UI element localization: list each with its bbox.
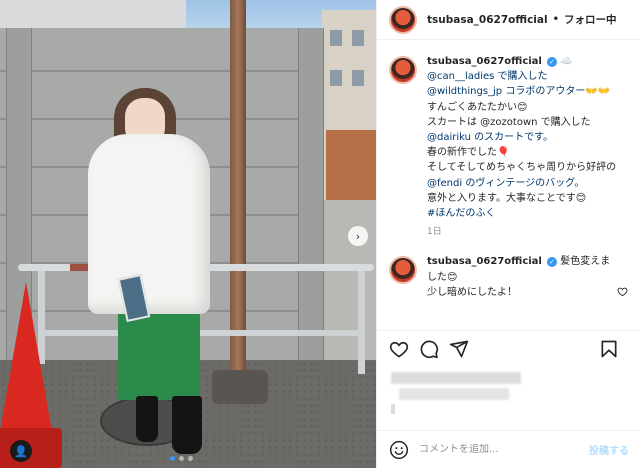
boot-left (136, 396, 158, 442)
caption-line: 春の新作でした🎈 (427, 147, 510, 159)
comment-input[interactable] (419, 444, 579, 455)
hashtag-link[interactable]: #ほんだのふく (427, 206, 616, 221)
comment-like-icon[interactable] (617, 286, 628, 300)
caption-line[interactable]: @can__ladies で購入した (427, 69, 616, 84)
caption-line: すんごくあたたかい😊 (427, 101, 528, 113)
reply-text: 少し暗めにしたよ！ (427, 286, 517, 298)
bookmark-icon (601, 340, 617, 357)
heart-outline-icon (617, 287, 628, 297)
carousel-dot (188, 456, 193, 461)
share-button[interactable] (449, 339, 469, 359)
next-photo-button[interactable]: › (348, 226, 368, 246)
share-icon (449, 340, 469, 357)
post-photo[interactable]: › 👤 (0, 0, 376, 468)
window (330, 30, 342, 46)
avatar[interactable] (389, 5, 417, 34)
building-right (322, 10, 376, 210)
caption-comment: tsubasa_0627official ✓ ☁️ @can__ladies で… (389, 54, 635, 240)
caption-username[interactable]: tsubasa_0627official (427, 56, 542, 67)
caption-line[interactable]: スカートは @zozotown で購入した (427, 115, 616, 130)
verified-badge-icon: ✓ (547, 257, 558, 268)
window (352, 30, 364, 46)
emoji-icon[interactable] (389, 440, 409, 460)
carousel-dots (170, 456, 193, 461)
white-coat (88, 134, 210, 314)
reply-username[interactable]: tsubasa_0627official (427, 256, 542, 267)
carousel-dot (179, 456, 184, 461)
post-time[interactable]: 1日 (427, 225, 616, 240)
add-comment-bar: 投稿する (377, 430, 640, 468)
user-tag-button[interactable]: 👤 (10, 440, 32, 462)
save-button[interactable] (599, 339, 619, 359)
following-button[interactable]: フォロー中 (564, 12, 617, 27)
brick-facade (326, 130, 376, 210)
header-separator: • (552, 14, 559, 25)
rail-leg (358, 264, 365, 374)
caption-line[interactable]: @fendi のヴィンテージのバッグ。 (427, 176, 616, 191)
avatar[interactable] (389, 256, 417, 285)
instagram-post: › 👤 tsubasa_0627official • フォロー中 tsubasa… (0, 0, 640, 468)
guard-rail-lower (40, 330, 360, 336)
post-header: tsubasa_0627official • フォロー中 (377, 0, 640, 40)
comment-button[interactable] (419, 339, 439, 359)
like-button[interactable] (389, 339, 409, 359)
traffic-cone (0, 282, 52, 432)
window (352, 70, 364, 86)
caption-line[interactable]: @dairiku のスカートです。 (427, 130, 616, 145)
reply-text: した😊 (427, 271, 458, 283)
carousel-dot (170, 456, 175, 461)
pole-base (212, 370, 268, 404)
wall-post (298, 28, 324, 368)
comments-area: tsubasa_0627official ✓ ☁️ @can__ladies で… (389, 54, 635, 300)
wall-seam (0, 70, 324, 72)
caption-body: tsubasa_0627official ✓ ☁️ @can__ladies で… (427, 54, 616, 240)
caption-line: そしてそしてめちゃくちゃ周りから好評の (427, 162, 617, 174)
heart-icon (389, 341, 409, 357)
green-skirt (118, 308, 200, 400)
utility-pole (230, 0, 246, 378)
post-side-panel: tsubasa_0627official • フォロー中 tsubasa_062… (376, 0, 640, 468)
post-comment-button[interactable]: 投稿する (589, 442, 629, 457)
caption-line[interactable]: @wildthings_jp コラボのアウター👐👐 (427, 84, 616, 99)
chevron-right-icon: › (355, 229, 361, 243)
reply-text: 髪色変えま (560, 256, 611, 268)
reply-comment: tsubasa_0627official ✓ 髪色変えま した😊 少し暗めにした… (389, 254, 635, 300)
blurred-likes (391, 372, 521, 384)
cloud-emoji: ☁️ (560, 56, 573, 67)
user-icon: 👤 (14, 444, 28, 458)
avatar[interactable] (389, 56, 417, 84)
window (330, 70, 342, 86)
caption-line: 意外と入ります。大事なことです😊 (427, 192, 587, 204)
blurred-likes (391, 404, 395, 414)
action-bar (377, 330, 640, 366)
reply-body: tsubasa_0627official ✓ 髪色変えま した😊 少し暗めにした… (427, 254, 610, 300)
verified-badge-icon: ✓ (547, 57, 558, 67)
header-username[interactable]: tsubasa_0627official (427, 14, 548, 26)
comment-icon (420, 340, 439, 358)
boot-right (172, 396, 202, 454)
blurred-likes (399, 388, 509, 400)
